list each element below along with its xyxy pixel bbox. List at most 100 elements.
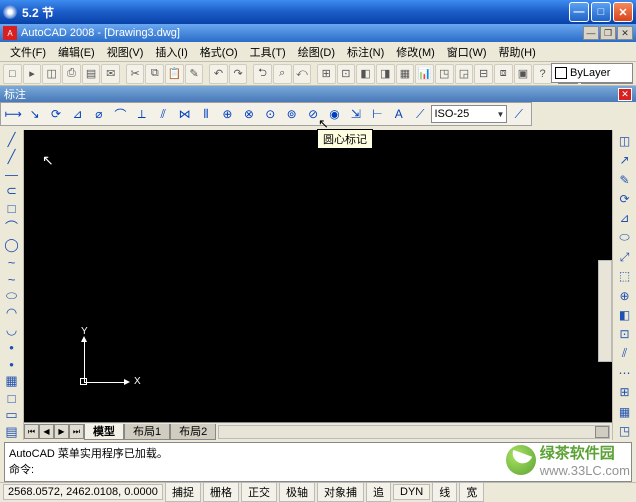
menu-modify[interactable]: 修改(M) [390, 42, 441, 62]
tab-next[interactable]: ▶ [54, 424, 69, 439]
dim-baseline[interactable]: ⫴ [196, 104, 216, 124]
horizontal-scrollbar[interactable] [218, 425, 610, 439]
status-ortho[interactable]: 正交 [241, 482, 277, 502]
dimension-toolbar-close[interactable]: ✕ [618, 88, 632, 101]
dim-tolerance[interactable]: ⊚ [281, 104, 301, 124]
tb-new[interactable]: □ [3, 64, 22, 84]
menu-edit[interactable]: 编辑(E) [52, 42, 101, 62]
dim-style-combo[interactable]: ISO-25 ▼ [431, 105, 507, 123]
doc-minimize-button[interactable]: — [583, 26, 599, 40]
tb-zoom[interactable]: ⌕ [273, 64, 292, 84]
drawing-canvas[interactable]: ↖ X Y [24, 130, 612, 422]
dim-arc[interactable]: ⟳ [46, 104, 66, 124]
rt-join[interactable]: ⋯ [615, 364, 635, 382]
dim-space[interactable]: ⊗ [239, 104, 259, 124]
lt-point[interactable]: • [2, 356, 22, 372]
rt-break[interactable]: ⫽ [615, 344, 635, 362]
menu-dimension[interactable]: 标注(N) [341, 42, 390, 62]
dim-radius[interactable]: ⌀ [89, 104, 109, 124]
rt-move[interactable]: ⬭ [615, 229, 635, 247]
tab-first[interactable]: ⏮ [24, 424, 39, 439]
outer-minimize-button[interactable]: — [569, 2, 589, 22]
tb-zoomprev[interactable]: ⤺ [293, 64, 312, 84]
lt-rect[interactable]: □ [2, 200, 22, 216]
tb-mark[interactable]: ▦ [396, 64, 415, 84]
rt-scale[interactable]: ⬚ [615, 267, 635, 285]
status-lwt[interactable]: 线 [432, 482, 457, 502]
lt-pline[interactable]: — [2, 166, 22, 182]
tb-help[interactable]: ? [533, 64, 552, 84]
dimension-toolbar-titlebar[interactable]: 标注 ✕ [0, 86, 636, 102]
rt-stretch[interactable]: ⊕ [615, 287, 635, 305]
rt-trim[interactable]: ◧ [615, 306, 635, 324]
tb-open[interactable]: ▸ [23, 64, 42, 84]
rt-erase[interactable]: ◫ [615, 132, 635, 150]
outer-close-button[interactable]: ✕ [613, 2, 633, 22]
outer-maximize-button[interactable]: □ [591, 2, 611, 22]
menu-window[interactable]: 窗口(W) [441, 42, 493, 62]
menu-insert[interactable]: 插入(I) [149, 42, 193, 62]
tb-paste[interactable]: 📋 [165, 64, 184, 84]
lt-table[interactable]: ▤ [2, 424, 22, 440]
lt-revcloud[interactable]: ~ [2, 254, 22, 270]
rt-chamfer[interactable]: ⊞ [615, 383, 635, 401]
rt-extend[interactable]: ⊡ [615, 325, 635, 343]
tb-pan[interactable]: ⮌ [253, 64, 272, 84]
tb-b4[interactable]: ⧈ [494, 64, 513, 84]
menu-help[interactable]: 帮助(H) [493, 42, 542, 62]
lt-polygon[interactable]: ⊂ [2, 183, 22, 199]
status-otrack[interactable]: 追 [366, 482, 391, 502]
tb-b1[interactable]: ◳ [435, 64, 454, 84]
tab-model[interactable]: 模型 [84, 424, 124, 440]
rt-fillet[interactable]: ▦ [615, 402, 635, 420]
doc-restore-button[interactable]: ❐ [600, 26, 616, 40]
dim-quick[interactable]: ⋈ [174, 104, 194, 124]
dim-jogged[interactable]: ⌒ [110, 104, 130, 124]
status-polar[interactable]: 极轴 [279, 482, 315, 502]
rt-array[interactable]: ⊿ [615, 209, 635, 227]
dim-angular[interactable]: ⫽ [153, 104, 173, 124]
menu-draw[interactable]: 绘图(D) [292, 42, 341, 62]
tb-preview[interactable]: ▤ [82, 64, 101, 84]
menu-tools[interactable]: 工具(T) [244, 42, 292, 62]
dim-continue[interactable]: ⊕ [217, 104, 237, 124]
tb-b5[interactable]: ▣ [514, 64, 533, 84]
layer-color-combo[interactable]: ByLayer [551, 63, 633, 83]
tb-dc[interactable]: ⊡ [337, 64, 356, 84]
lt-line[interactable]: ╱ [2, 132, 22, 148]
dim-tedit[interactable]: A [389, 104, 409, 124]
tb-undo[interactable]: ↶ [209, 64, 228, 84]
tb-save[interactable]: ◫ [42, 64, 61, 84]
lt-region[interactable]: ▭ [2, 407, 22, 423]
tb-plot[interactable]: ⎙ [62, 64, 81, 84]
lt-hatch[interactable]: ▦ [2, 373, 22, 389]
dim-aligned[interactable]: ↘ [24, 104, 44, 124]
status-grid[interactable]: 栅格 [203, 482, 239, 502]
tb-ssm[interactable]: ◨ [376, 64, 395, 84]
lt-circle[interactable]: ◯ [2, 237, 22, 253]
rt-offset[interactable]: ⟳ [615, 190, 635, 208]
menu-view[interactable]: 视图(V) [101, 42, 150, 62]
rt-copy[interactable]: ↗ [615, 151, 635, 169]
tb-b3[interactable]: ⊟ [474, 64, 493, 84]
tab-layout2[interactable]: 布局2 [170, 424, 216, 440]
menu-format[interactable]: 格式(O) [194, 42, 244, 62]
tb-tp[interactable]: ◧ [356, 64, 375, 84]
tb-copy[interactable]: ⧉ [145, 64, 164, 84]
rt-mirror[interactable]: ✎ [615, 171, 635, 189]
lt-ellarc[interactable]: ◠ [2, 305, 22, 321]
dim-style-btn[interactable]: ⟋ [508, 104, 528, 124]
dim-diameter[interactable]: ⟂ [132, 104, 152, 124]
doc-close-button[interactable]: ✕ [617, 26, 633, 40]
status-coords[interactable]: 2568.0572, 2462.0108, 0.0000 [3, 484, 163, 500]
tb-redo[interactable]: ↷ [229, 64, 248, 84]
tb-calc[interactable]: 📊 [415, 64, 434, 84]
lt-block[interactable]: • [2, 339, 22, 355]
rt-rotate[interactable]: ⤢ [615, 248, 635, 266]
lt-arc[interactable]: ⌒ [2, 217, 22, 236]
tb-props[interactable]: ⊞ [317, 64, 336, 84]
tb-match[interactable]: ✎ [185, 64, 204, 84]
vertical-scrollbar[interactable] [598, 260, 612, 362]
lt-insert[interactable]: ◡ [2, 322, 22, 338]
tab-prev[interactable]: ◀ [39, 424, 54, 439]
